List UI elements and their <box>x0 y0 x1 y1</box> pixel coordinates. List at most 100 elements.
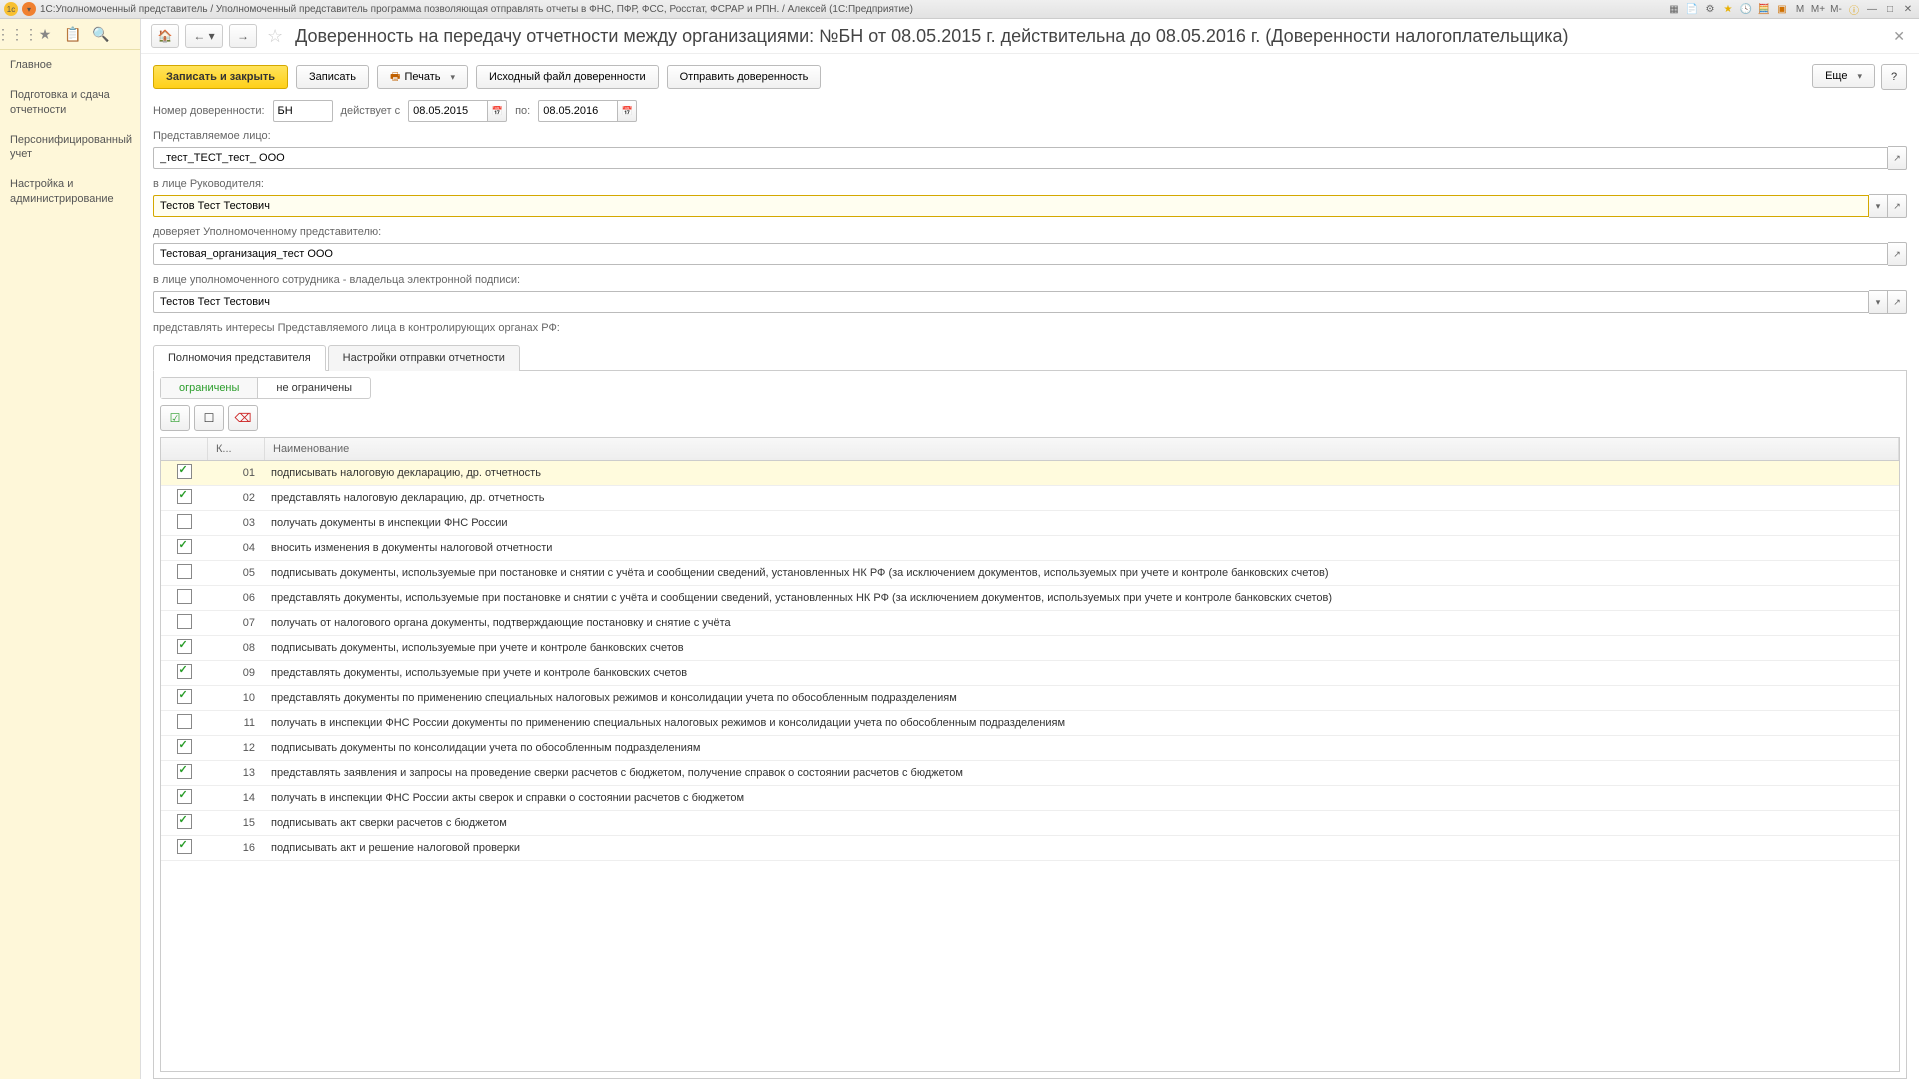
table-row[interactable]: 05подписывать документы, используемые пр… <box>161 561 1899 586</box>
row-checkbox[interactable] <box>177 714 192 729</box>
apps-icon[interactable]: ⋮⋮⋮ <box>8 25 26 43</box>
clipboard-icon[interactable]: 📋 <box>64 25 82 43</box>
table-row[interactable]: 01подписывать налоговую декларацию, др. … <box>161 461 1899 486</box>
row-code: 12 <box>207 739 263 757</box>
row-code: 16 <box>207 839 263 857</box>
row-checkbox[interactable] <box>177 589 192 604</box>
send-button[interactable]: Отправить доверенность <box>667 65 822 89</box>
save-button[interactable]: Записать <box>296 65 369 89</box>
calendar-icon[interactable]: 📅 <box>488 100 507 122</box>
maximize-icon[interactable]: □ <box>1883 2 1897 16</box>
row-code: 15 <box>207 814 263 832</box>
date-from-input[interactable] <box>408 100 488 122</box>
row-checkbox[interactable] <box>177 764 192 779</box>
table-row[interactable]: 11получать в инспекции ФНС России докуме… <box>161 711 1899 736</box>
minimize-icon[interactable]: — <box>1865 2 1879 16</box>
table-row[interactable]: 14получать в инспекции ФНС России акты с… <box>161 786 1899 811</box>
open-ref-icon[interactable]: ↗ <box>1888 146 1907 170</box>
rep-input[interactable] <box>153 243 1888 265</box>
tab-send-settings[interactable]: Настройки отправки отчетности <box>328 345 520 371</box>
radio-unlimited[interactable]: не ограничены <box>258 378 370 398</box>
dropdown-icon[interactable]: ▾ <box>1869 194 1888 218</box>
titlebar-icon[interactable]: ▦ <box>1667 2 1681 16</box>
head-input[interactable] <box>153 195 1869 217</box>
row-checkbox[interactable] <box>177 614 192 629</box>
sidebar-item-personified[interactable]: Персонифицированный учет <box>0 125 140 170</box>
titlebar-icon[interactable]: 📄 <box>1685 2 1699 16</box>
back-button[interactable]: ← ▾ <box>185 24 223 48</box>
table-row[interactable]: 09представлять документы, используемые п… <box>161 661 1899 686</box>
favorite-icon[interactable]: ★ <box>36 25 54 43</box>
table-row[interactable]: 08подписывать документы, используемые пр… <box>161 636 1899 661</box>
row-checkbox[interactable] <box>177 664 192 679</box>
save-close-button[interactable]: Записать и закрыть <box>153 65 288 89</box>
print-button[interactable]: 🖶Печать <box>377 65 468 89</box>
limit-radio: ограничены не ограничены <box>160 377 371 399</box>
dropdown-icon[interactable]: ▾ <box>1869 290 1888 314</box>
table-row[interactable]: 04вносить изменения в документы налогово… <box>161 536 1899 561</box>
row-checkbox[interactable] <box>177 639 192 654</box>
m-minus-label[interactable]: M- <box>1829 2 1843 16</box>
table-row[interactable]: 15подписывать акт сверки расчетов с бюдж… <box>161 811 1899 836</box>
table-row[interactable]: 06представлять документы, используемые п… <box>161 586 1899 611</box>
row-checkbox[interactable] <box>177 464 192 479</box>
titlebar-star-icon[interactable]: ★ <box>1721 2 1735 16</box>
row-name: подписывать документы, используемые при … <box>263 564 1899 582</box>
table-row[interactable]: 02представлять налоговую декларацию, др.… <box>161 486 1899 511</box>
date-to-input[interactable] <box>538 100 618 122</box>
source-file-button[interactable]: Исходный файл доверенности <box>476 65 659 89</box>
open-ref-icon[interactable]: ↗ <box>1888 242 1907 266</box>
row-checkbox[interactable] <box>177 689 192 704</box>
open-ref-icon[interactable]: ↗ <box>1888 194 1907 218</box>
forward-button[interactable]: → <box>229 24 257 48</box>
org-label: Представляемое лицо: <box>153 130 271 142</box>
uncheck-all-button[interactable]: ☐ <box>194 405 224 431</box>
favorite-star-icon[interactable]: ☆ <box>267 26 283 47</box>
open-ref-icon[interactable]: ↗ <box>1888 290 1907 314</box>
row-name: получать в инспекции ФНС России акты све… <box>263 789 1899 807</box>
tab-powers[interactable]: Полномочия представителя <box>153 345 326 371</box>
m-plus-label[interactable]: M+ <box>1811 2 1825 16</box>
close-tab-icon[interactable]: ✕ <box>1889 28 1909 45</box>
row-code: 09 <box>207 664 263 682</box>
clear-button[interactable]: ⌫ <box>228 405 258 431</box>
table-row[interactable]: 13представлять заявления и запросы на пр… <box>161 761 1899 786</box>
titlebar-icon[interactable]: 🧮 <box>1757 2 1771 16</box>
row-checkbox[interactable] <box>177 814 192 829</box>
search-icon[interactable]: 🔍 <box>92 25 110 43</box>
row-code: 04 <box>207 539 263 557</box>
table-row[interactable]: 16подписывать акт и решение налоговой пр… <box>161 836 1899 861</box>
emp-label: в лице уполномоченного сотрудника - влад… <box>153 274 520 286</box>
more-button[interactable]: Еще <box>1812 64 1875 88</box>
row-name: представлять документы, используемые при… <box>263 589 1899 607</box>
table-row[interactable]: 12подписывать документы по консолидации … <box>161 736 1899 761</box>
row-checkbox[interactable] <box>177 489 192 504</box>
table-row[interactable]: 07получать от налогового органа документ… <box>161 611 1899 636</box>
sidebar-item-admin[interactable]: Настройка и администрирование <box>0 169 140 214</box>
check-all-button[interactable]: ☑ <box>160 405 190 431</box>
row-checkbox[interactable] <box>177 839 192 854</box>
row-code: 13 <box>207 764 263 782</box>
radio-limited[interactable]: ограничены <box>161 378 258 398</box>
row-checkbox[interactable] <box>177 514 192 529</box>
info-icon[interactable]: ⓘ <box>1847 2 1861 16</box>
titlebar-icon[interactable]: ⚙ <box>1703 2 1717 16</box>
row-checkbox[interactable] <box>177 564 192 579</box>
table-row[interactable]: 03получать документы в инспекции ФНС Рос… <box>161 511 1899 536</box>
row-checkbox[interactable] <box>177 739 192 754</box>
org-input[interactable] <box>153 147 1888 169</box>
row-checkbox[interactable] <box>177 789 192 804</box>
calendar-icon[interactable]: 📅 <box>618 100 637 122</box>
sidebar-item-reports[interactable]: Подготовка и сдача отчетности <box>0 80 140 125</box>
row-checkbox[interactable] <box>177 539 192 554</box>
number-input[interactable] <box>273 100 333 122</box>
sidebar-item-main[interactable]: Главное <box>0 50 140 80</box>
close-icon[interactable]: ✕ <box>1901 2 1915 16</box>
table-row[interactable]: 10представлять документы по применению с… <box>161 686 1899 711</box>
emp-input[interactable] <box>153 291 1869 313</box>
titlebar-icon[interactable]: 🕓 <box>1739 2 1753 16</box>
m-label[interactable]: M <box>1793 2 1807 16</box>
titlebar-icon[interactable]: ▣ <box>1775 2 1789 16</box>
help-button[interactable]: ? <box>1881 64 1907 90</box>
home-button[interactable]: 🏠 <box>151 24 179 48</box>
